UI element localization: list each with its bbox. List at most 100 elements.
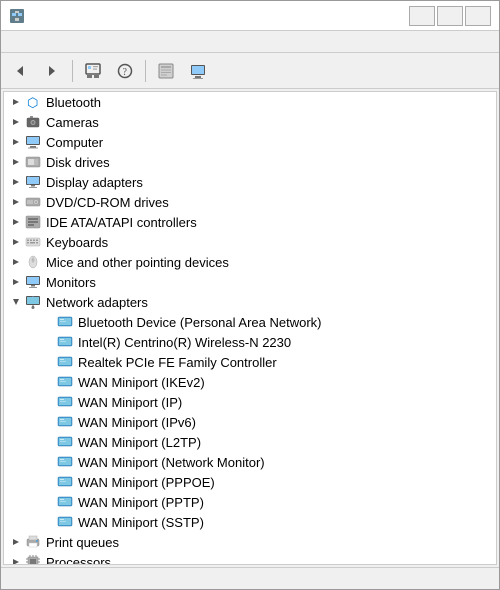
menu-help[interactable]: [53, 40, 69, 44]
back-button[interactable]: [5, 57, 35, 85]
tree-item-wan-pptp[interactable]: WAN Miniport (PPTP): [4, 492, 496, 512]
expand-arrow-display-adapters[interactable]: [8, 174, 24, 190]
tree-item-print-queues[interactable]: Print queues: [4, 532, 496, 552]
device-icon-mice: [24, 254, 42, 270]
device-label-keyboards: Keyboards: [46, 235, 108, 250]
expand-arrow-processors[interactable]: [8, 554, 24, 565]
tree-item-wan-l2tp[interactable]: WAN Miniport (L2TP): [4, 432, 496, 452]
expand-arrow-wan-netmon[interactable]: [40, 454, 56, 470]
device-icon-wan-l2tp: [56, 434, 74, 450]
menu-action[interactable]: [21, 40, 37, 44]
tree-item-wan-ipv6[interactable]: WAN Miniport (IPv6): [4, 412, 496, 432]
expand-arrow-cameras[interactable]: [8, 114, 24, 130]
tree-item-network-adapters[interactable]: Network adapters: [4, 292, 496, 312]
device-icon-wan-ikev2: [56, 374, 74, 390]
tree-item-ide[interactable]: IDE ATA/ATAPI controllers: [4, 212, 496, 232]
device-label-mice: Mice and other pointing devices: [46, 255, 229, 270]
device-icon-computer: [24, 134, 42, 150]
tree-item-keyboards[interactable]: Keyboards: [4, 232, 496, 252]
device-icon-wan-pptp: [56, 494, 74, 510]
expand-arrow-mice[interactable]: [8, 254, 24, 270]
status-bar: [1, 567, 499, 589]
device-icon-cameras: [24, 114, 42, 130]
device-icon-wan-pppoe: [56, 474, 74, 490]
expand-arrow-wan-pptp[interactable]: [40, 494, 56, 510]
properties-button[interactable]: [78, 57, 108, 85]
expand-arrow-print-queues[interactable]: [8, 534, 24, 550]
tree-item-wan-ikev2[interactable]: WAN Miniport (IKEv2): [4, 372, 496, 392]
device-label-dvd: DVD/CD-ROM drives: [46, 195, 169, 210]
tree-item-disk-drives[interactable]: Disk drives: [4, 152, 496, 172]
device-icon-processors: [24, 554, 42, 565]
expand-arrow-realtek-pcie[interactable]: [40, 354, 56, 370]
expand-arrow-ide[interactable]: [8, 214, 24, 230]
device-icon-wan-ipv6: [56, 414, 74, 430]
expand-arrow-intel-centrino[interactable]: [40, 334, 56, 350]
expand-arrow-keyboards[interactable]: [8, 234, 24, 250]
menu-file[interactable]: [5, 40, 21, 44]
expand-arrow-monitors[interactable]: [8, 274, 24, 290]
expand-arrow-computer[interactable]: [8, 134, 24, 150]
expand-arrow-wan-ikev2[interactable]: [40, 374, 56, 390]
expand-arrow-network-adapters[interactable]: [8, 294, 24, 310]
device-tree[interactable]: ⬡BluetoothCameras Computer Disk drives Disp…: [3, 91, 497, 565]
expand-arrow-dvd[interactable]: [8, 194, 24, 210]
tree-item-mice[interactable]: Mice and other pointing devices: [4, 252, 496, 272]
tree-item-bluetooth-pan[interactable]: Bluetooth Device (Personal Area Network): [4, 312, 496, 332]
tree-item-wan-netmon[interactable]: WAN Miniport (Network Monitor): [4, 452, 496, 472]
device-icon-display-adapters: [24, 174, 42, 190]
tree-item-wan-ip[interactable]: WAN Miniport (IP): [4, 392, 496, 412]
device-icon-realtek-pcie: [56, 354, 74, 370]
tree-item-display-adapters[interactable]: Display adapters: [4, 172, 496, 192]
expand-arrow-wan-pppoe[interactable]: [40, 474, 56, 490]
forward-button[interactable]: [37, 57, 67, 85]
help-button[interactable]: ?: [110, 57, 140, 85]
device-icon-intel-centrino: [56, 334, 74, 350]
device-label-monitors: Monitors: [46, 275, 96, 290]
device-icon-wan-sstp: [56, 514, 74, 530]
menu-view[interactable]: [37, 40, 53, 44]
tree-item-cameras[interactable]: Cameras: [4, 112, 496, 132]
title-controls: [409, 6, 491, 26]
expand-arrow-wan-ip[interactable]: [40, 394, 56, 410]
expand-arrow-wan-sstp[interactable]: [40, 514, 56, 530]
close-button[interactable]: [465, 6, 491, 26]
tree-item-wan-pppoe[interactable]: WAN Miniport (PPPOE): [4, 472, 496, 492]
tree-item-computer[interactable]: Computer: [4, 132, 496, 152]
device-label-realtek-pcie: Realtek PCIe FE Family Controller: [78, 355, 277, 370]
expand-arrow-wan-l2tp[interactable]: [40, 434, 56, 450]
tree-item-bluetooth[interactable]: ⬡Bluetooth: [4, 92, 496, 112]
tree-item-processors[interactable]: Processors: [4, 552, 496, 565]
device-icon-print-queues: [24, 534, 42, 550]
maximize-button[interactable]: [437, 6, 463, 26]
device-label-computer: Computer: [46, 135, 103, 150]
window-icon: [9, 8, 25, 24]
tree-item-dvd[interactable]: DVD/CD-ROM drives: [4, 192, 496, 212]
expand-arrow-bluetooth-pan[interactable]: [40, 314, 56, 330]
device-icon-monitors: [24, 274, 42, 290]
tree-item-realtek-pcie[interactable]: Realtek PCIe FE Family Controller: [4, 352, 496, 372]
minimize-button[interactable]: [409, 6, 435, 26]
device-label-display-adapters: Display adapters: [46, 175, 143, 190]
device-label-network-adapters: Network adapters: [46, 295, 148, 310]
device-label-wan-pppoe: WAN Miniport (PPPOE): [78, 475, 215, 490]
device-icon-bluetooth-pan: [56, 314, 74, 330]
svg-text:⬡: ⬡: [27, 95, 38, 110]
device-icon-ide: [24, 214, 42, 230]
svg-text:?: ?: [123, 67, 128, 78]
device-label-wan-l2tp: WAN Miniport (L2TP): [78, 435, 201, 450]
toolbar-separator-1: [72, 60, 73, 82]
device-label-print-queues: Print queues: [46, 535, 119, 550]
tree-item-monitors[interactable]: Monitors: [4, 272, 496, 292]
device-label-intel-centrino: Intel(R) Centrino(R) Wireless-N 2230: [78, 335, 291, 350]
view-button[interactable]: [183, 57, 213, 85]
title-bar: [1, 1, 499, 31]
device-label-wan-pptp: WAN Miniport (PPTP): [78, 495, 204, 510]
expand-arrow-bluetooth[interactable]: [8, 94, 24, 110]
tree-item-wan-sstp[interactable]: WAN Miniport (SSTP): [4, 512, 496, 532]
expand-arrow-wan-ipv6[interactable]: [40, 414, 56, 430]
device-label-wan-ip: WAN Miniport (IP): [78, 395, 182, 410]
expand-arrow-disk-drives[interactable]: [8, 154, 24, 170]
tree-item-intel-centrino[interactable]: Intel(R) Centrino(R) Wireless-N 2230: [4, 332, 496, 352]
scan-button[interactable]: [151, 57, 181, 85]
